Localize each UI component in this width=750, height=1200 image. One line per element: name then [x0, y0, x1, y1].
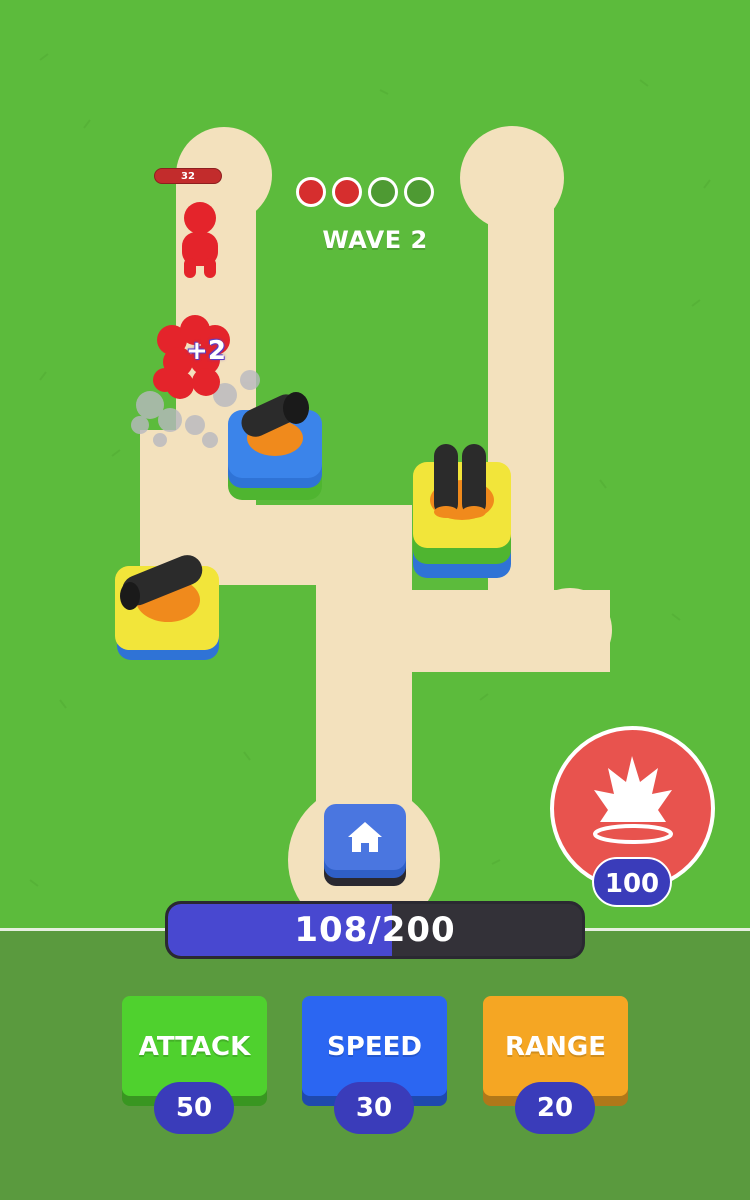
range-upgrade-button[interactable]: RANGE 20 [483, 996, 628, 1134]
special-cost-badge: 100 [592, 857, 672, 907]
upgrade-cost-badge: 20 [515, 1082, 595, 1134]
double-cannon-tower[interactable] [413, 444, 511, 578]
reward-popup: +2 [186, 336, 226, 366]
home-icon [324, 804, 406, 886]
speed-upgrade-button[interactable]: SPEED 30 [302, 996, 447, 1134]
upgrade-cost-badge: 50 [154, 1082, 234, 1134]
health-bar-text: 108/200 [294, 910, 456, 950]
wave-progress-dots [296, 177, 434, 207]
home-base-button[interactable] [324, 804, 406, 886]
base-health-bar: 108/200 [165, 901, 585, 959]
wave-label: WAVE 2 [322, 226, 428, 254]
wave-dot [368, 177, 398, 207]
upgrade-label: RANGE [504, 1032, 606, 1062]
attack-upgrade-button[interactable]: ATTACK 50 [122, 996, 267, 1134]
upgrade-label: ATTACK [138, 1032, 251, 1062]
wave-dot [404, 177, 434, 207]
game-stage: 32 WAVE 2 +2 100 108/200 ATTACK 50 SPEED… [0, 0, 750, 1200]
wave-dot [296, 177, 326, 207]
wave-dot [332, 177, 362, 207]
upgrade-label: SPEED [327, 1032, 422, 1062]
cannon-tower-left[interactable] [115, 551, 219, 660]
enemy-health-bar: 32 [154, 168, 222, 184]
upgrade-cost-badge: 30 [334, 1082, 414, 1134]
